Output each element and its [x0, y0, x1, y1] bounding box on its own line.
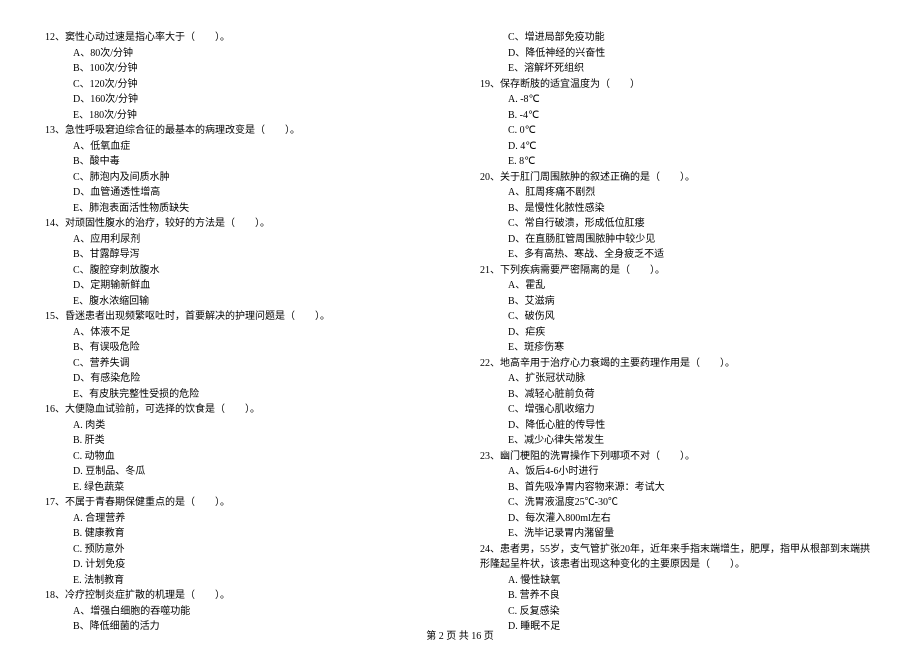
q21-text: 21、下列疾病需要严密隔离的是（ ）。: [480, 263, 875, 279]
q17-option-b: B. 健康教育: [45, 526, 440, 542]
question-22: 22、地高辛用于治疗心力衰竭的主要药理作用是（ ）。 A、扩张冠状动脉 B、减轻…: [480, 356, 875, 449]
q22-option-c: C、增强心肌收缩力: [480, 402, 875, 418]
q18-option-d: D、降低神经的兴奋性: [480, 46, 875, 62]
right-column: C、增进局部免疫功能 D、降低神经的兴奋性 E、溶解坏死组织 19、保存断肢的适…: [480, 30, 875, 600]
content-columns: 12、窦性心动过速是指心率大于（ ）。 A、80次/分钟 B、100次/分钟 C…: [45, 30, 875, 600]
q24-text: 24、患者男，55岁，支气管扩张20年，近年来手指末端增生，肥厚，指甲从根部到末…: [480, 542, 875, 573]
q20-option-e: E、多有高热、寒战、全身疲乏不适: [480, 247, 875, 263]
q22-option-a: A、扩张冠状动脉: [480, 371, 875, 387]
q17-text: 17、不属于青春期保健重点的是（ ）。: [45, 495, 440, 511]
q19-option-d: D. 4℃: [480, 139, 875, 155]
question-19: 19、保存断肢的适宜温度为（ ） A. -8℃ B. -4℃ C. 0℃ D. …: [480, 77, 875, 170]
q23-option-d: D、每次灌入800ml左右: [480, 511, 875, 527]
q14-option-a: A、应用利尿剂: [45, 232, 440, 248]
q16-option-e: E. 绿色蔬菜: [45, 480, 440, 496]
q21-option-e: E、斑疹伤寒: [480, 340, 875, 356]
q16-option-a: A. 肉类: [45, 418, 440, 434]
q16-option-c: C. 动物血: [45, 449, 440, 465]
q23-option-a: A、饭后4-6小时进行: [480, 464, 875, 480]
q19-option-b: B. -4℃: [480, 108, 875, 124]
q24-option-b: B. 营养不良: [480, 588, 875, 604]
q21-option-d: D、疟疾: [480, 325, 875, 341]
q22-option-b: B、减轻心脏前负荷: [480, 387, 875, 403]
q19-text: 19、保存断肢的适宜温度为（ ）: [480, 77, 875, 93]
q19-option-e: E. 8℃: [480, 154, 875, 170]
q24-option-a: A. 慢性缺氧: [480, 573, 875, 589]
q21-option-b: B、艾滋病: [480, 294, 875, 310]
q12-option-b: B、100次/分钟: [45, 61, 440, 77]
page-footer: 第 2 页 共 16 页: [0, 627, 920, 642]
question-13: 13、急性呼吸窘迫综合征的最基本的病理改变是（ ）。 A、低氧血症 B、酸中毒 …: [45, 123, 440, 216]
q17-option-d: D. 计划免疫: [45, 557, 440, 573]
q13-text: 13、急性呼吸窘迫综合征的最基本的病理改变是（ ）。: [45, 123, 440, 139]
q14-text: 14、对顽固性腹水的治疗，较好的方法是（ ）。: [45, 216, 440, 232]
q20-option-d: D、在直肠肛管周围脓肿中较少见: [480, 232, 875, 248]
q18-option-a: A、增强白细胞的吞噬功能: [45, 604, 440, 620]
q20-option-a: A、肛周疼痛不剧烈: [480, 185, 875, 201]
q23-option-b: B、首先吸净胃内容物来源：考试大: [480, 480, 875, 496]
q20-option-c: C、常自行破溃，形成低位肛瘘: [480, 216, 875, 232]
q16-option-d: D. 豆制品、冬瓜: [45, 464, 440, 480]
q18-option-c: C、增进局部免疫功能: [480, 30, 875, 46]
q23-option-c: C、洗胃液温度25℃-30℃: [480, 495, 875, 511]
question-23: 23、幽门梗阻的洗胃操作下列哪项不对（ ）。 A、饭后4-6小时进行 B、首先吸…: [480, 449, 875, 542]
q17-option-c: C. 预防意外: [45, 542, 440, 558]
q15-option-e: E、有皮肤完整性受损的危险: [45, 387, 440, 403]
q12-option-e: E、180次/分钟: [45, 108, 440, 124]
q12-option-c: C、120次/分钟: [45, 77, 440, 93]
q14-option-d: D、定期输新鲜血: [45, 278, 440, 294]
q22-option-d: D、降低心脏的传导性: [480, 418, 875, 434]
q22-text: 22、地高辛用于治疗心力衰竭的主要药理作用是（ ）。: [480, 356, 875, 372]
q14-option-b: B、甘露醇导泻: [45, 247, 440, 263]
q22-option-e: E、减少心律失常发生: [480, 433, 875, 449]
q23-text: 23、幽门梗阻的洗胃操作下列哪项不对（ ）。: [480, 449, 875, 465]
q16-option-b: B. 肝类: [45, 433, 440, 449]
question-17: 17、不属于青春期保健重点的是（ ）。 A. 合理营养 B. 健康教育 C. 预…: [45, 495, 440, 588]
q19-option-a: A. -8℃: [480, 92, 875, 108]
q15-option-d: D、有感染危险: [45, 371, 440, 387]
q15-option-c: C、营养失调: [45, 356, 440, 372]
q18-text: 18、冷疗控制炎症扩散的机理是（ ）。: [45, 588, 440, 604]
question-16: 16、大便隐血试验前，可选择的饮食是（ ）。 A. 肉类 B. 肝类 C. 动物…: [45, 402, 440, 495]
q12-option-a: A、80次/分钟: [45, 46, 440, 62]
q15-option-a: A、体液不足: [45, 325, 440, 341]
q12-text: 12、窦性心动过速是指心率大于（ ）。: [45, 30, 440, 46]
q13-option-b: B、酸中毒: [45, 154, 440, 170]
q21-option-c: C、破伤风: [480, 309, 875, 325]
q20-option-b: B、是慢性化脓性感染: [480, 201, 875, 217]
question-20: 20、关于肛门周围脓肿的叙述正确的是（ ）。 A、肛周疼痛不剧烈 B、是慢性化脓…: [480, 170, 875, 263]
question-15: 15、昏迷患者出现频繁呕吐时，首要解决的护理问题是（ ）。 A、体液不足 B、有…: [45, 309, 440, 402]
q13-option-a: A、低氧血症: [45, 139, 440, 155]
q12-option-d: D、160次/分钟: [45, 92, 440, 108]
q19-option-c: C. 0℃: [480, 123, 875, 139]
left-column: 12、窦性心动过速是指心率大于（ ）。 A、80次/分钟 B、100次/分钟 C…: [45, 30, 440, 600]
q13-option-e: E、肺泡表面活性物质缺失: [45, 201, 440, 217]
q13-option-c: C、肺泡内及间质水肿: [45, 170, 440, 186]
q13-option-d: D、血管通透性增高: [45, 185, 440, 201]
q15-text: 15、昏迷患者出现频繁呕吐时，首要解决的护理问题是（ ）。: [45, 309, 440, 325]
q14-option-c: C、腹腔穿刺放腹水: [45, 263, 440, 279]
q17-option-a: A. 合理营养: [45, 511, 440, 527]
q16-text: 16、大便隐血试验前，可选择的饮食是（ ）。: [45, 402, 440, 418]
question-14: 14、对顽固性腹水的治疗，较好的方法是（ ）。 A、应用利尿剂 B、甘露醇导泻 …: [45, 216, 440, 309]
q17-option-e: E. 法制教育: [45, 573, 440, 589]
q21-option-a: A、霍乱: [480, 278, 875, 294]
question-24: 24、患者男，55岁，支气管扩张20年，近年来手指末端增生，肥厚，指甲从根部到末…: [480, 542, 875, 635]
q24-option-c: C. 反复感染: [480, 604, 875, 620]
q23-option-e: E、洗毕记录胃内潴留量: [480, 526, 875, 542]
q14-option-e: E、腹水浓缩回输: [45, 294, 440, 310]
question-21: 21、下列疾病需要严密隔离的是（ ）。 A、霍乱 B、艾滋病 C、破伤风 D、疟…: [480, 263, 875, 356]
q15-option-b: B、有误吸危险: [45, 340, 440, 356]
question-18-cont: C、增进局部免疫功能 D、降低神经的兴奋性 E、溶解坏死组织: [480, 30, 875, 77]
q18-option-e: E、溶解坏死组织: [480, 61, 875, 77]
question-12: 12、窦性心动过速是指心率大于（ ）。 A、80次/分钟 B、100次/分钟 C…: [45, 30, 440, 123]
q20-text: 20、关于肛门周围脓肿的叙述正确的是（ ）。: [480, 170, 875, 186]
